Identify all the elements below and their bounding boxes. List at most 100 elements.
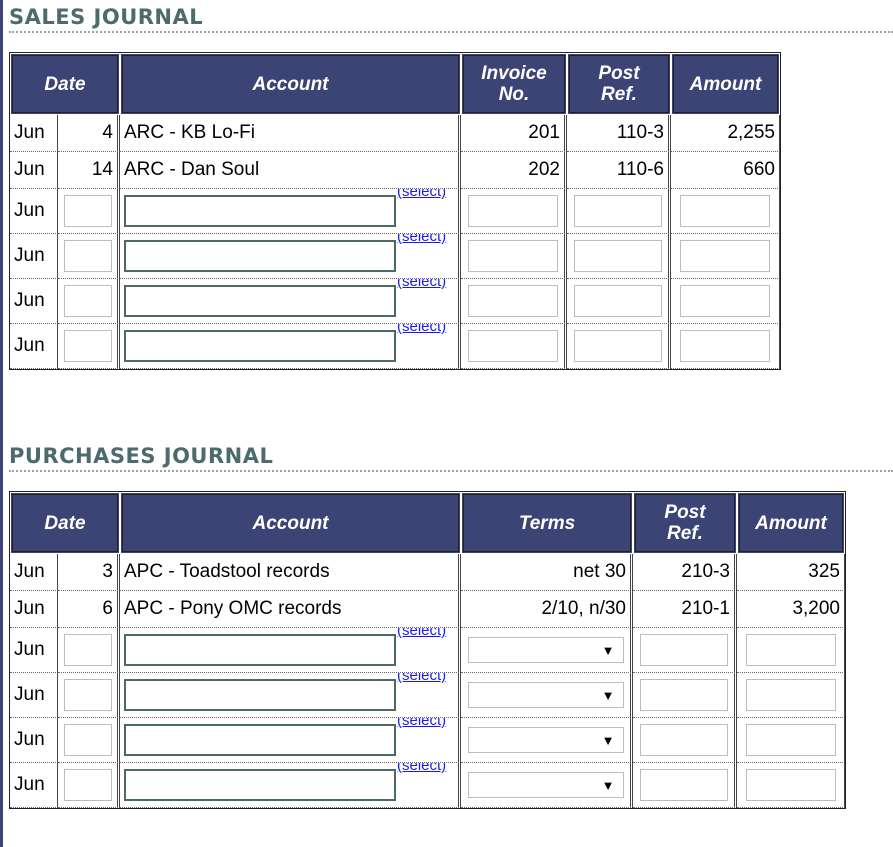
terms-dropdown[interactable]: ▼ (467, 727, 624, 753)
account-input[interactable] (124, 285, 396, 317)
day-input[interactable] (63, 724, 112, 756)
day-input[interactable] (63, 240, 112, 272)
amount-input[interactable] (745, 724, 836, 756)
select-account-link[interactable]: (select) (397, 673, 446, 684)
invoice-input[interactable] (467, 285, 558, 317)
day-input[interactable] (63, 679, 112, 711)
invoice-input[interactable] (467, 240, 558, 272)
purchases-journal-section: PURCHASES JOURNAL Date Account Terms Pos… (9, 444, 893, 809)
sales-header-amount: Amount (671, 53, 780, 115)
row-month: Jun (10, 279, 58, 324)
terms-dropdown[interactable]: ▼ (467, 772, 624, 798)
account-input[interactable] (124, 769, 396, 801)
row-amount: 3,200 (737, 591, 845, 628)
terms-dropdown[interactable]: ▼ (467, 682, 624, 708)
entry-row: Jun (select) (10, 324, 780, 369)
row-terms: 2/10, n/30 (461, 591, 633, 628)
account-input[interactable] (124, 330, 396, 362)
chevron-down-icon: ▼ (601, 733, 615, 748)
chevron-down-icon: ▼ (601, 643, 615, 658)
row-day: 6 (58, 591, 120, 628)
chevron-down-icon: ▼ (601, 688, 615, 703)
row-month: Jun (10, 115, 58, 152)
row-amount: 2,255 (671, 115, 780, 152)
post-ref-input[interactable] (639, 769, 728, 801)
row-month: Jun (10, 234, 58, 279)
sales-journal-table: Date Account Invoice No. Post Ref. Amoun… (9, 52, 781, 370)
row-account: ARC - Dan Soul (120, 152, 461, 189)
row-post-ref: 110-6 (567, 152, 671, 189)
purchases-header-terms: Terms (461, 492, 633, 554)
account-input[interactable] (124, 724, 396, 756)
row-day: 14 (58, 152, 120, 189)
day-input[interactable] (63, 330, 112, 362)
amount-input[interactable] (745, 679, 836, 711)
amount-input[interactable] (680, 195, 770, 227)
terms-dropdown[interactable]: ▼ (467, 637, 624, 663)
row-terms: net 30 (461, 554, 633, 591)
row-post-ref: 210-1 (633, 591, 737, 628)
entry-row: Jun (select) ▼ (10, 763, 845, 808)
sales-journal-section: SALES JOURNAL Date Account Invoice No. P… (9, 5, 893, 370)
table-row: Jun 14 ARC - Dan Soul 202 110-6 660 (10, 152, 780, 189)
select-account-link[interactable]: (select) (397, 718, 446, 729)
row-month: Jun (10, 554, 58, 591)
day-input[interactable] (63, 769, 112, 801)
row-account: APC - Pony OMC records (120, 591, 461, 628)
account-input[interactable] (124, 240, 396, 272)
select-account-link[interactable]: (select) (397, 324, 446, 335)
row-month: Jun (10, 152, 58, 189)
row-account: APC - Toadstool records (120, 554, 461, 591)
purchases-journal-title: PURCHASES JOURNAL (9, 444, 274, 468)
table-row: Jun 4 ARC - KB Lo-Fi 201 110-3 2,255 (10, 115, 780, 152)
row-invoice: 201 (461, 115, 567, 152)
row-month: Jun (10, 763, 58, 808)
amount-input[interactable] (680, 330, 770, 362)
entry-row: Jun (select) (10, 189, 780, 234)
row-month: Jun (10, 628, 58, 673)
invoice-input[interactable] (467, 195, 558, 227)
post-ref-input[interactable] (639, 679, 728, 711)
invoice-input[interactable] (467, 330, 558, 362)
amount-input[interactable] (745, 634, 836, 666)
entry-row: Jun (select) (10, 234, 780, 279)
post-ref-input[interactable] (573, 195, 662, 227)
entry-row: Jun (select) (10, 279, 780, 324)
post-ref-input[interactable] (573, 330, 662, 362)
account-input[interactable] (124, 634, 396, 666)
table-row: Jun 3 APC - Toadstool records net 30 210… (10, 554, 845, 591)
entry-row: Jun (select) ▼ (10, 673, 845, 718)
purchases-journal-table: Date Account Terms Post Ref. Amount Jun … (9, 491, 846, 809)
amount-input[interactable] (680, 240, 770, 272)
purchases-title-rule (9, 470, 893, 472)
sales-header-date: Date (10, 53, 120, 115)
post-ref-input[interactable] (639, 724, 728, 756)
select-account-link[interactable]: (select) (397, 234, 446, 245)
row-invoice: 202 (461, 152, 567, 189)
row-post-ref: 210-3 (633, 554, 737, 591)
post-ref-input[interactable] (639, 634, 728, 666)
row-month: Jun (10, 718, 58, 763)
account-input[interactable] (124, 195, 396, 227)
day-input[interactable] (63, 285, 112, 317)
purchases-header-amount: Amount (737, 492, 845, 554)
post-ref-input[interactable] (573, 240, 662, 272)
amount-input[interactable] (680, 285, 770, 317)
select-account-link[interactable]: (select) (397, 279, 446, 290)
account-input[interactable] (124, 679, 396, 711)
sales-header-post-ref: Post Ref. (567, 53, 671, 115)
day-input[interactable] (63, 634, 112, 666)
select-account-link[interactable]: (select) (397, 189, 446, 200)
row-day: 3 (58, 554, 120, 591)
entry-row: Jun (select) ▼ (10, 628, 845, 673)
row-day: 4 (58, 115, 120, 152)
row-month: Jun (10, 591, 58, 628)
select-account-link[interactable]: (select) (397, 628, 446, 639)
day-input[interactable] (63, 195, 112, 227)
sales-header-invoice: Invoice No. (461, 53, 567, 115)
amount-input[interactable] (745, 769, 836, 801)
purchases-header-date: Date (10, 492, 120, 554)
select-account-link[interactable]: (select) (397, 763, 446, 774)
row-month: Jun (10, 324, 58, 369)
post-ref-input[interactable] (573, 285, 662, 317)
